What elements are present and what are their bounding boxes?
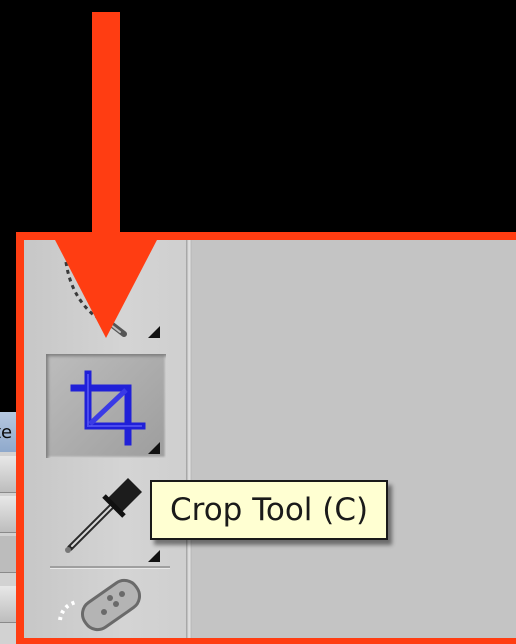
tool-flyout-indicator [148,442,160,454]
healing-brush-icon [58,578,141,632]
background-window-title-bar: te [0,412,16,452]
tool-flyout-indicator [148,550,160,562]
tool-group-divider [50,566,170,569]
canvas-area[interactable] [192,240,516,638]
healing-brush-tool-button[interactable] [46,576,166,638]
background-window-row [0,536,16,573]
eyedropper-tool-button[interactable] [46,466,166,566]
background-window-row [0,496,16,533]
crop-tool-button[interactable] [46,354,166,458]
background-window-title: te [0,422,13,443]
annotation-arrow-icon [54,238,158,338]
background-window-row [0,586,16,623]
background-window-row [0,456,16,493]
crop-tool-tooltip: Crop Tool (C) [150,480,389,540]
zoomed-screenshot: te [0,0,516,644]
background-window: te [0,412,16,644]
annotation-arrow-shaft [92,12,120,252]
